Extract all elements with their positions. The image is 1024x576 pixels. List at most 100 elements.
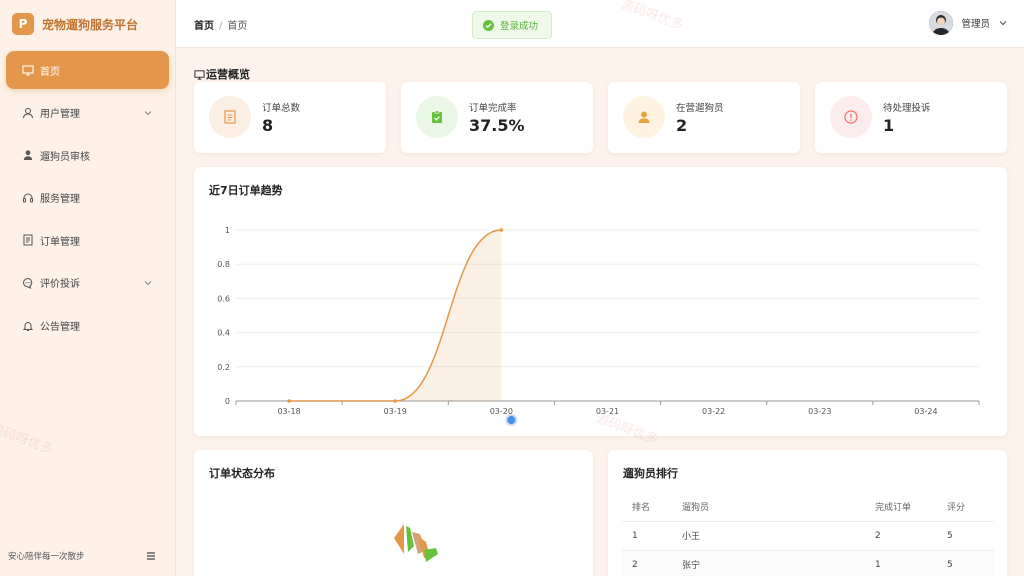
header: 首页 / 首页 登录成功 管理员	[176, 0, 1024, 48]
x-tick-label: 03-23	[808, 407, 831, 416]
stat-value: 1	[883, 116, 895, 135]
breadcrumb: 首页 / 首页	[194, 21, 248, 32]
chat-icon	[23, 277, 33, 289]
breadcrumb-item: 首页	[227, 21, 248, 32]
sidebar-item-label: 遛狗员审核	[40, 151, 90, 163]
data-point[interactable]	[393, 399, 398, 403]
breadcrumb-item[interactable]: 首页	[194, 21, 214, 32]
brand-logo: P	[12, 13, 34, 35]
sidebar-item-orders[interactable]: 订单管理	[6, 221, 169, 259]
sidebar-item-services[interactable]: 服务管理	[6, 179, 169, 217]
hover-indicator[interactable]	[505, 414, 518, 426]
table-cell: 张宁	[672, 550, 865, 576]
sidebar-item-reviews[interactable]: 评价投诉	[6, 264, 169, 302]
warning-icon	[830, 96, 872, 138]
column-header: 评分	[937, 493, 994, 522]
sidebar-item-label: 首页	[40, 66, 60, 78]
stat-label: 订单完成率	[469, 103, 517, 114]
bell-icon	[22, 321, 34, 331]
table-cell: 5	[937, 521, 994, 551]
sidebar-slogan: 安心陪伴每一次散步	[8, 552, 85, 562]
data-point[interactable]	[499, 228, 504, 232]
sidebar-item-announcements[interactable]: 公告管理	[6, 307, 169, 345]
status-distribution-card: 订单状态分布	[194, 450, 593, 576]
pie-slice[interactable]	[394, 524, 404, 554]
stat-card-completion: 订单完成率 37.5%	[401, 82, 593, 153]
sidebar-item-label: 服务管理	[40, 194, 80, 206]
headset-icon	[23, 193, 33, 203]
ranking-title: 遛狗员排行	[623, 467, 678, 480]
stat-label: 订单总数	[262, 103, 301, 114]
overview-title: 运营概览	[206, 68, 250, 81]
user-icon	[23, 107, 33, 118]
y-tick-label: 0	[225, 397, 230, 406]
y-tick-label: 0.2	[217, 363, 230, 372]
sidebar-item-label: 评价投诉	[40, 279, 80, 291]
check-circle-icon	[483, 19, 494, 31]
sidebar: P 宠物遛狗服务平台 首页 用户管理 遛狗员审核 服务管理 订单管理 评价投诉	[0, 0, 176, 576]
table-header-row: 排名 遛狗员 完成订单 评分	[622, 493, 994, 522]
data-point[interactable]	[287, 399, 291, 403]
stat-card-complaints: 待处理投诉 1	[815, 82, 1007, 153]
status-dist-title: 订单状态分布	[209, 467, 275, 480]
monitor-icon	[22, 65, 34, 76]
status-pie-chart	[394, 524, 438, 562]
clipboard-check-icon	[416, 96, 458, 138]
person-icon	[623, 96, 665, 138]
y-tick-label: 0.4	[217, 329, 230, 338]
brand-title: 宠物遛狗服务平台	[42, 17, 139, 32]
series-area	[289, 230, 502, 401]
sidebar-item-home[interactable]: 首页	[6, 51, 169, 89]
sidebar-item-label: 订单管理	[40, 236, 80, 248]
x-tick-label: 03-24	[914, 407, 937, 416]
table-cell: 小王	[672, 521, 865, 551]
sidebar-menu: 首页 用户管理 遛狗员审核 服务管理 订单管理 评价投诉 公告管理	[0, 51, 175, 345]
chevron-down-icon	[144, 281, 152, 286]
table-cell: 5	[937, 550, 994, 576]
column-header: 完成订单	[865, 493, 937, 522]
user-menu[interactable]: 管理员	[929, 11, 1008, 35]
sidebar-footer: 安心陪伴每一次散步	[0, 536, 176, 576]
ranking-table: 排名 遛狗员 完成订单 评分 1 小王 2 5 2 张宁 1 5	[622, 493, 994, 576]
avatar	[929, 11, 954, 35]
trend-card: 近7日订单趋势 0 0.2 0.4 0.6 0.8 1 03-18 03-19 03-20 03-…	[194, 167, 1007, 436]
pie-slice[interactable]	[406, 526, 414, 552]
trend-chart: 00.20.40.60.8103-18 03-19 03-20 03-21 03-22 0…	[217, 226, 980, 426]
toast-message: 登录成功	[500, 21, 539, 32]
chevron-down-icon	[144, 110, 152, 115]
y-tick-label: 0.8	[217, 260, 230, 269]
table-row[interactable]: 1 小王 2 5	[622, 521, 994, 551]
x-tick-label: 03-18	[277, 407, 300, 416]
sidebar-item-users[interactable]: 用户管理	[6, 94, 169, 132]
stat-card-orders: 订单总数 8	[194, 82, 386, 153]
stat-label: 待处理投诉	[883, 103, 931, 114]
stat-value: 8	[262, 116, 274, 135]
stat-label: 在营遛狗员	[676, 103, 724, 114]
column-header: 排名	[622, 493, 672, 522]
walker-ranking-card: 遛狗员排行 排名 遛狗员 完成订单 评分 1 小王 2 5 2 张宁 1 5	[608, 450, 1007, 576]
user-name: 管理员	[961, 19, 990, 30]
y-tick-label: 1	[225, 226, 230, 235]
stat-card-walkers: 在营遛狗员 2	[608, 82, 800, 153]
column-header: 遛狗员	[672, 493, 865, 522]
document-icon	[209, 96, 251, 138]
table-cell: 2	[865, 521, 937, 551]
success-toast: 登录成功	[472, 11, 552, 39]
sidebar-item-label: 公告管理	[40, 322, 80, 334]
table-cell: 2	[622, 550, 672, 576]
brand[interactable]: P 宠物遛狗服务平台	[0, 0, 175, 48]
section-title: 运营概览	[194, 66, 250, 82]
stat-value: 2	[676, 116, 688, 135]
monitor-icon	[194, 69, 205, 80]
table-row[interactable]: 2 张宁 1 5	[622, 550, 994, 576]
menu-collapse-icon[interactable]	[146, 551, 156, 561]
sidebar-item-walker-review[interactable]: 遛狗员审核	[6, 136, 169, 174]
sidebar-item-label: 用户管理	[40, 109, 80, 121]
x-tick-label: 03-19	[384, 407, 407, 416]
stat-value: 37.5%	[469, 116, 525, 135]
chevron-down-icon	[999, 21, 1007, 26]
table-cell: 1	[865, 550, 937, 576]
x-tick-label: 03-22	[702, 407, 725, 416]
document-icon	[23, 234, 33, 246]
pie-slice[interactable]	[424, 548, 438, 562]
